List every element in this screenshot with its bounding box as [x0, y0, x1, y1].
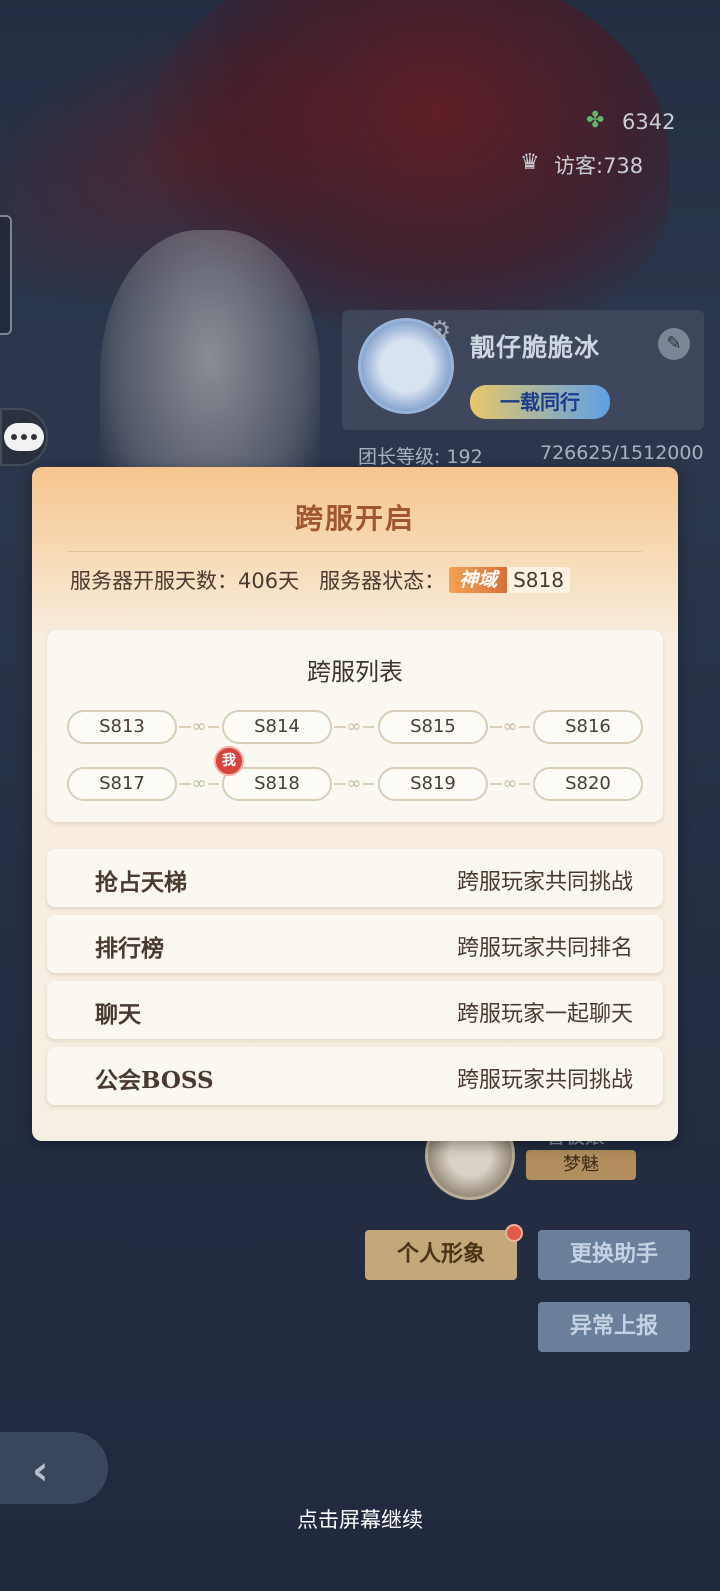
gear-icon[interactable]: ⚙ — [428, 316, 451, 346]
team-exp: 726625/1512000 — [540, 442, 704, 464]
change-assistant-button[interactable]: 更换助手 — [538, 1230, 690, 1280]
server-pill: S813 — [67, 710, 177, 744]
link-icon: ∞ — [332, 773, 376, 795]
back-button[interactable] — [0, 1432, 108, 1504]
feature-name: 抢占天梯 — [95, 869, 187, 896]
server-pill: S820 — [533, 767, 643, 801]
tap-to-continue[interactable]: 点击屏幕继续 — [0, 1504, 720, 1534]
feature-row-ranking[interactable]: 排行榜 跨服玩家共同排名 — [47, 915, 663, 973]
server-list-title: 跨服列表 — [307, 658, 403, 686]
server-pill: S815 — [378, 710, 488, 744]
feature-row-ladder[interactable]: 抢占天梯 跨服玩家共同挑战 — [47, 849, 663, 907]
personal-image-button[interactable]: 个人形象 — [365, 1224, 523, 1280]
chat-bubble-icon — [4, 423, 44, 451]
server-pill: S816 — [533, 710, 643, 744]
assistant-tag: 梦魅 — [526, 1150, 636, 1180]
feature-desc: 跨服玩家共同挑战 — [456, 1068, 633, 1093]
feature-name: 排行榜 — [95, 935, 164, 962]
feature-desc: 跨服玩家一起聊天 — [456, 1002, 633, 1027]
link-icon: ∞ — [488, 773, 532, 795]
feature-desc: 跨服玩家共同排名 — [456, 936, 633, 961]
server-pill: S819 — [378, 767, 488, 801]
open-days-value: 406天 — [238, 569, 300, 593]
side-drawer-tab[interactable] — [0, 215, 12, 335]
realm-badge: 神域 — [449, 567, 508, 593]
panel-divider — [68, 551, 642, 552]
me-marker: 我 — [214, 746, 244, 776]
server-status-label: 服务器状态： — [319, 569, 446, 593]
edit-name-icon[interactable]: ✎ — [658, 328, 690, 360]
server-pill: S817 — [67, 767, 177, 801]
link-icon: ∞ — [177, 773, 221, 795]
feature-desc: 跨服玩家共同挑战 — [456, 870, 633, 895]
notification-dot — [505, 1224, 523, 1242]
report-button[interactable]: 异常上报 — [538, 1302, 690, 1352]
feature-row-chat[interactable]: 聊天 跨服玩家一起聊天 — [47, 981, 663, 1039]
cross-server-panel: 跨服开启 服务器开服天数： 406天 服务器状态： 神域 S818 跨服列表 S… — [32, 467, 678, 1141]
realm-server: S818 — [507, 567, 570, 593]
open-days-label: 服务器开服天数： — [70, 569, 238, 593]
crown-icon: ♛ — [520, 150, 540, 175]
link-icon: ∞ — [332, 716, 376, 738]
team-level: 团长等级: 192 — [358, 446, 483, 468]
server-pill: S814 — [222, 710, 332, 744]
player-name: 靓仔脆脆冰 — [470, 333, 601, 362]
clover-count: 6342 — [622, 110, 676, 134]
panel-title: 跨服开启 — [294, 502, 415, 535]
title-badge: 一载同行 — [470, 385, 610, 419]
personal-image-label: 个人形象 — [396, 1242, 485, 1267]
server-list-box: 跨服列表 S813 ∞ S814 ∞ S815 ∞ S816 S817 ∞ S8… — [47, 630, 663, 822]
server-info: 服务器开服天数： 406天 服务器状态： 神域 S818 — [70, 565, 570, 595]
visitor-count: 访客:738 — [554, 154, 644, 178]
link-icon: ∞ — [488, 716, 532, 738]
feature-row-guild-boss[interactable]: 公会BOSS 跨服玩家共同挑战 — [47, 1047, 663, 1105]
clover-icon: ✤ — [586, 108, 605, 133]
server-row: S813 ∞ S814 ∞ S815 ∞ S816 — [67, 710, 643, 746]
feature-name: 聊天 — [95, 1001, 141, 1028]
feature-name: 公会BOSS — [95, 1067, 214, 1094]
server-row: S817 ∞ S818 ∞ S819 ∞ S820 — [67, 767, 643, 803]
back-arrow-icon: ‹ — [32, 1448, 49, 1494]
link-icon: ∞ — [177, 716, 221, 738]
